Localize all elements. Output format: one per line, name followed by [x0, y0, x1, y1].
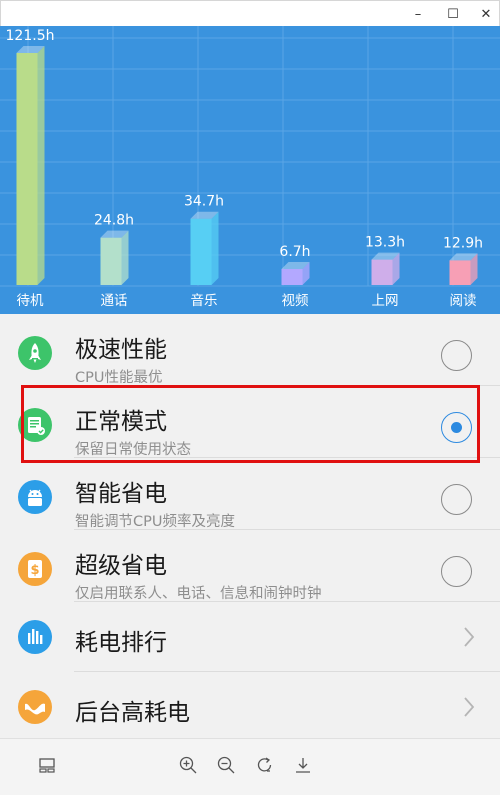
mode-radio[interactable]: [441, 556, 472, 587]
mode-title: 正常模式: [75, 409, 167, 435]
bar-5: [449, 253, 478, 285]
mode-title: 超级省电: [75, 553, 167, 579]
mode-subtitle: 保留日常使用状态: [75, 442, 191, 458]
bar-value-label: 6.7h: [279, 244, 310, 260]
bar-value-label: 121.5h: [6, 28, 55, 44]
mode-row-normal[interactable]: 正常模式 保留日常使用状态: [0, 386, 500, 458]
chevron-right-icon: [464, 697, 475, 717]
bar-1: [100, 230, 129, 285]
mode-row-performance[interactable]: 极速性能 CPU性能最优: [0, 314, 500, 386]
maximize-button[interactable]: ☐: [438, 1, 468, 27]
background-drain-title: 后台高耗电: [75, 700, 190, 726]
category-label: 阅读: [450, 293, 477, 309]
bar-2: [190, 211, 219, 285]
viewer-toolbar: [0, 738, 500, 795]
mode-radio[interactable]: [441, 340, 472, 371]
rocket-icon: [18, 336, 52, 370]
document-check-icon: [18, 408, 52, 442]
mode-radio-selected[interactable]: [441, 412, 472, 443]
svg-text:$: $: [30, 563, 39, 578]
zoom-in-icon[interactable]: [178, 755, 198, 775]
mode-row-super-saving[interactable]: $ 超级省电 仅启用联系人、电话、信息和闹钟时钟: [0, 530, 500, 602]
bar-3: [281, 262, 310, 285]
category-label: 上网: [372, 293, 399, 309]
bar-0: [16, 46, 45, 285]
category-label: 通话: [101, 293, 128, 309]
power-ranking-row[interactable]: 耗电排行: [0, 602, 500, 672]
bar-value-label: 12.9h: [443, 235, 483, 251]
mode-subtitle: 仅启用联系人、电话、信息和闹钟时钟: [75, 586, 322, 602]
mode-row-smart-saving[interactable]: 智能省电 智能调节CPU频率及亮度: [0, 458, 500, 530]
mode-subtitle: CPU性能最优: [75, 370, 163, 386]
category-label: 待机: [17, 293, 44, 309]
mode-radio[interactable]: [441, 484, 472, 515]
ranking-title: 耗电排行: [75, 630, 167, 656]
rotate-icon[interactable]: [255, 755, 275, 775]
zoom-out-icon[interactable]: [216, 755, 236, 775]
wave-icon: [18, 690, 52, 724]
dollar-icon: $: [18, 552, 52, 586]
battery-usage-chart: 121.5h 待机 24.8h 通话 34.7h 音乐 6.7h 视频 13.3h 上网 12.9h…: [0, 26, 500, 314]
minimize-button[interactable]: –: [403, 1, 433, 27]
mode-title: 智能省电: [75, 481, 167, 507]
chart-canvas: 121.5h 待机 24.8h 通话 34.7h 音乐 6.7h 视频 13.3h 上网 12.9h…: [0, 26, 500, 309]
bar-value-label: 24.8h: [94, 213, 134, 229]
download-icon[interactable]: [293, 755, 313, 775]
bar-value-label: 13.3h: [365, 235, 405, 251]
category-label: 音乐: [191, 292, 218, 309]
bar-chart-icon: [18, 620, 52, 654]
category-label: 视频: [282, 293, 309, 309]
bar-4: [371, 252, 400, 285]
radio-dot: [450, 421, 462, 433]
layout-icon[interactable]: [37, 755, 57, 775]
android-icon: [18, 480, 52, 514]
title-bar: – ☐ ✕: [0, 0, 500, 26]
power-mode-list: 极速性能 CPU性能最优 正常模式 保留日常使用状态 智能省电 智能调节CPU频…: [0, 314, 500, 738]
mode-subtitle: 智能调节CPU频率及亮度: [75, 514, 235, 530]
mode-title: 极速性能: [75, 337, 167, 363]
bar-value-label: 34.7h: [184, 194, 224, 210]
close-button[interactable]: ✕: [471, 1, 500, 27]
background-drain-row[interactable]: 后台高耗电: [0, 672, 500, 738]
chevron-right-icon: [464, 627, 475, 647]
